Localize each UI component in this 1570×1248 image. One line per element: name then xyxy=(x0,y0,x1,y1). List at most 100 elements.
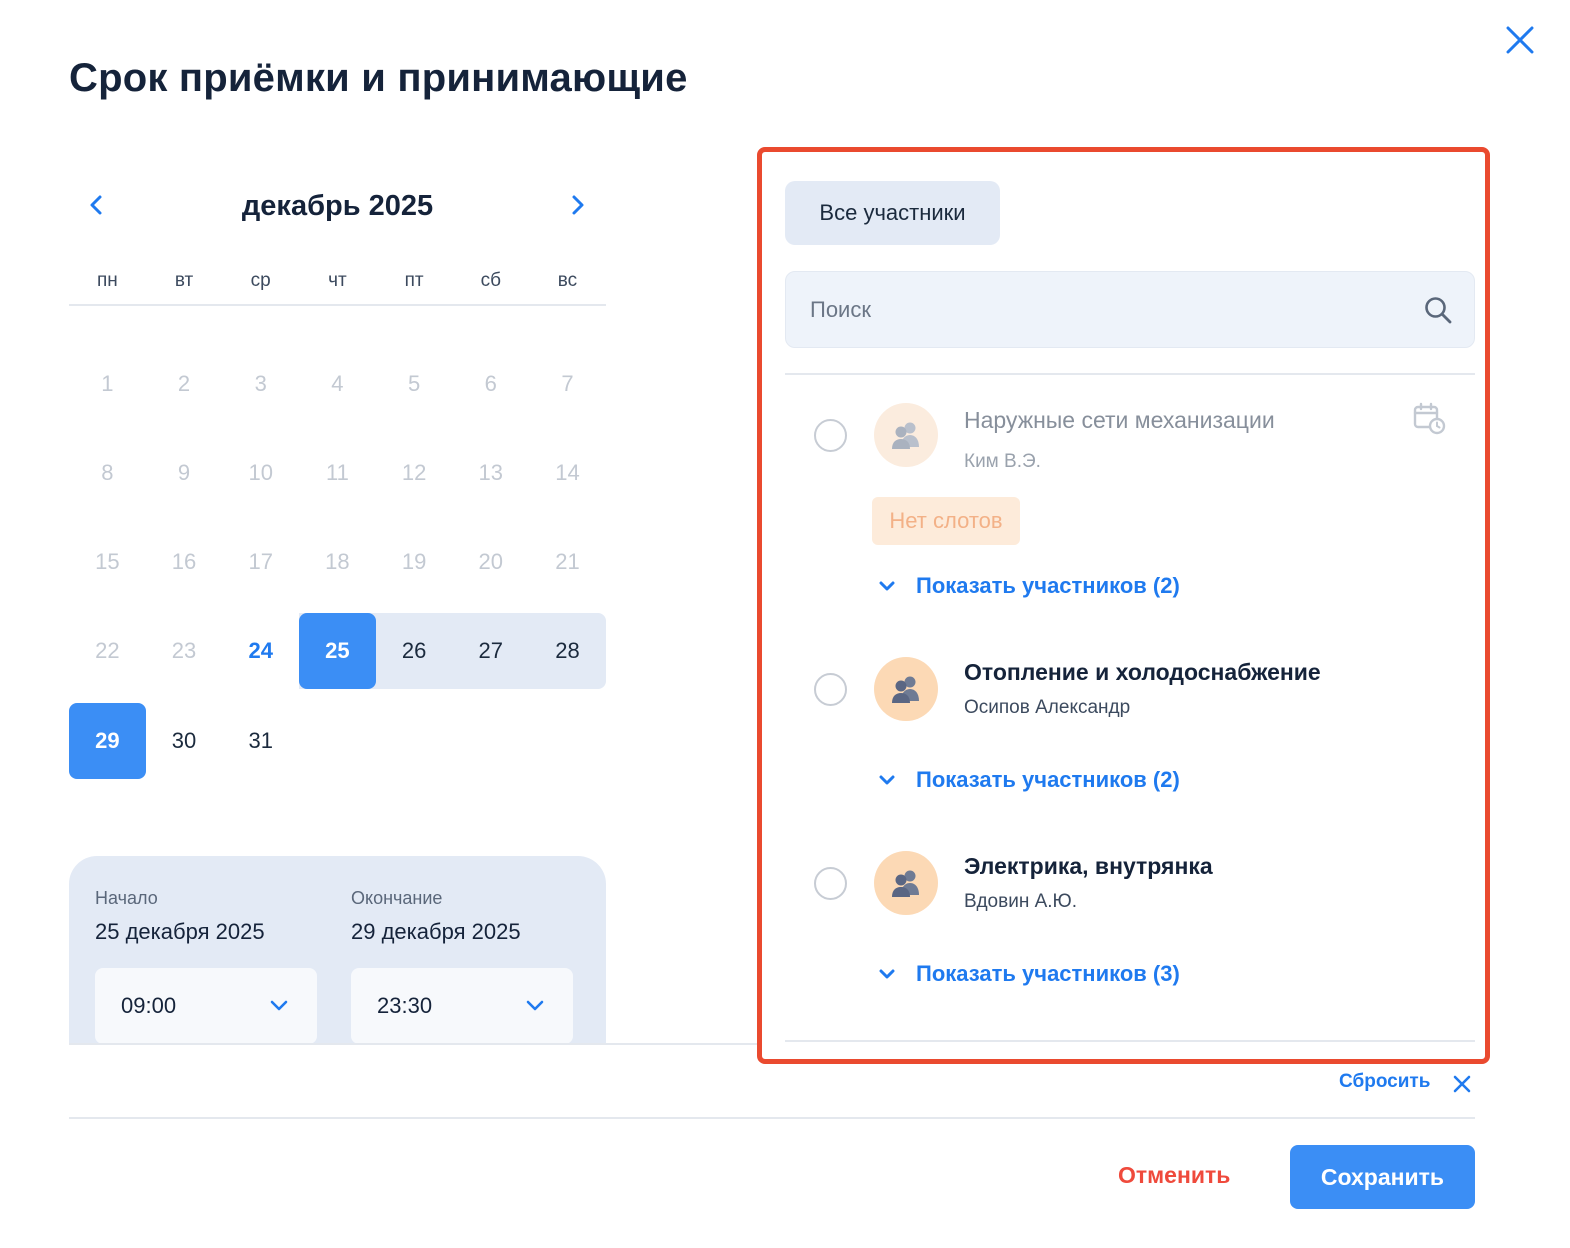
group-avatar xyxy=(874,851,938,915)
calendar-week: 15 16 17 18 19 20 21 xyxy=(69,524,606,600)
calendar-day-today[interactable]: 24 xyxy=(222,613,299,689)
divider xyxy=(785,373,1475,375)
calendar-day: 22 xyxy=(95,638,120,663)
divider xyxy=(69,1117,1475,1119)
reset-clear-button[interactable] xyxy=(1451,1073,1473,1095)
group-person: Осипов Александр xyxy=(964,697,1131,718)
group-radio[interactable] xyxy=(814,867,847,900)
users-icon xyxy=(892,870,919,897)
calendar-week: 22 23 24 25 26 27 28 xyxy=(69,613,606,689)
calendar-day: 11 xyxy=(325,460,349,485)
divider xyxy=(785,1040,1475,1042)
weekday-label: пт xyxy=(404,270,424,291)
page-title: Срок приёмки и принимающие xyxy=(69,56,688,100)
group-radio[interactable] xyxy=(814,673,847,706)
calendar-month-label: декабрь 2025 xyxy=(241,190,434,222)
calendar-day: 2 xyxy=(177,371,191,396)
divider xyxy=(69,1043,757,1045)
close-button[interactable] xyxy=(1502,22,1538,58)
weekday-label: сб xyxy=(480,270,501,291)
calendar-day: 23 xyxy=(171,638,197,663)
calendar-day: 4 xyxy=(331,371,344,396)
reset-button[interactable]: Сбросить xyxy=(1339,1071,1430,1093)
weekday-row: пн вт ср чт пт сб вс xyxy=(69,270,606,306)
all-participants-button[interactable]: Все участники xyxy=(785,181,1000,245)
weekday-label: ср xyxy=(250,270,271,291)
calendar-day: 6 xyxy=(484,371,497,396)
chevron-down-icon xyxy=(879,775,895,785)
calendar-day: 5 xyxy=(407,371,421,396)
search-input[interactable] xyxy=(786,272,1406,347)
group-name: Наружные сети механизации xyxy=(964,407,1275,433)
calendar-day: 19 xyxy=(401,549,427,574)
range-start-date: 25 декабря 2025 xyxy=(95,919,265,944)
show-participants-label: Показать участников (2) xyxy=(916,573,1180,598)
group-name: Отопление и холодоснабжение xyxy=(964,659,1321,685)
group-radio[interactable] xyxy=(814,419,847,452)
calendar-day: 8 xyxy=(101,460,114,485)
search-icon[interactable] xyxy=(1422,294,1454,326)
show-participants-button[interactable]: Показать участников (3) xyxy=(876,961,1180,987)
show-participants-label: Показать участников (2) xyxy=(916,767,1180,792)
chevron-down-icon xyxy=(270,1000,288,1011)
calendar-day: 13 xyxy=(478,460,504,485)
chevron-down-icon xyxy=(526,1000,544,1011)
end-time-select[interactable]: 23:30 xyxy=(351,968,573,1044)
calendar-day: 1 xyxy=(101,371,114,396)
end-time-value: 23:30 xyxy=(377,993,433,1018)
calendar-day[interactable]: 26 xyxy=(376,613,453,689)
group-avatar xyxy=(874,403,938,467)
group-person: Вдовин А.Ю. xyxy=(964,891,1078,912)
weekday-label: вс xyxy=(557,270,578,291)
calendar-day: 21 xyxy=(555,549,580,574)
calendar-day[interactable]: 30 xyxy=(146,703,223,779)
range-start: Начало 25 декабря 2025 xyxy=(95,888,265,945)
calendar-week: 8 9 10 11 12 13 14 xyxy=(69,435,606,511)
calendar-day: 15 xyxy=(95,549,120,574)
calendar-day: 10 xyxy=(248,460,273,485)
calendar: декабрь 2025 пн вт ср чт пт сб вс 1 2 3 … xyxy=(69,178,606,779)
calendar-day: 12 xyxy=(401,460,427,485)
group-avatar xyxy=(874,657,938,721)
calendar-day[interactable]: 31 xyxy=(222,703,299,779)
calendar-day: 3 xyxy=(254,371,267,396)
calendar-day-range-start[interactable]: 25 xyxy=(299,613,376,689)
calendar-day: 18 xyxy=(325,549,350,574)
show-participants-label: Показать участников (3) xyxy=(916,961,1180,986)
participants-panel: Все участники Наружные сети механизации … xyxy=(757,147,1490,1064)
calendar-day[interactable]: 27 xyxy=(452,613,529,689)
date-range-panel: Начало 25 декабря 2025 Окончание 29 дека… xyxy=(69,856,606,1044)
calendar-day[interactable]: 28 xyxy=(529,613,606,689)
calendar-clock-icon xyxy=(1412,401,1446,435)
calendar-header: декабрь 2025 xyxy=(69,178,606,238)
start-time-select[interactable]: 09:00 xyxy=(95,968,317,1044)
calendar-day: 20 xyxy=(478,549,504,574)
weekday-label: пн xyxy=(96,270,118,291)
calendar-week: 29 30 31 xyxy=(69,703,606,779)
range-end-date: 29 декабря 2025 xyxy=(351,919,521,944)
show-participants-button[interactable]: Показать участников (2) xyxy=(876,767,1180,793)
search-box xyxy=(785,271,1475,348)
chevron-down-icon xyxy=(879,581,895,591)
cancel-button[interactable]: Отменить xyxy=(1118,1162,1230,1189)
calendar-day: 9 xyxy=(177,460,191,485)
save-button[interactable]: Сохранить xyxy=(1290,1145,1475,1209)
users-icon xyxy=(892,422,919,449)
next-month-button[interactable] xyxy=(563,190,593,220)
calendar-week: 1 2 3 4 5 6 7 xyxy=(69,346,606,422)
show-participants-button[interactable]: Показать участников (2) xyxy=(876,573,1180,599)
chevron-down-icon xyxy=(879,969,895,979)
calendar-day: 17 xyxy=(248,549,273,574)
calendar-day: 7 xyxy=(561,371,574,396)
close-icon xyxy=(1506,26,1534,54)
calendar-day: 14 xyxy=(555,460,580,485)
chevron-right-icon xyxy=(572,195,584,215)
group-person: Ким В.Э. xyxy=(964,451,1041,472)
calendar-day: 16 xyxy=(171,549,197,574)
weekday-label: вт xyxy=(174,270,194,291)
close-icon xyxy=(1453,1075,1471,1093)
users-icon xyxy=(892,676,919,703)
weekday-label: чт xyxy=(328,270,347,291)
range-start-label: Начало xyxy=(95,888,158,908)
calendar-day-range-end[interactable]: 29 xyxy=(69,703,146,779)
